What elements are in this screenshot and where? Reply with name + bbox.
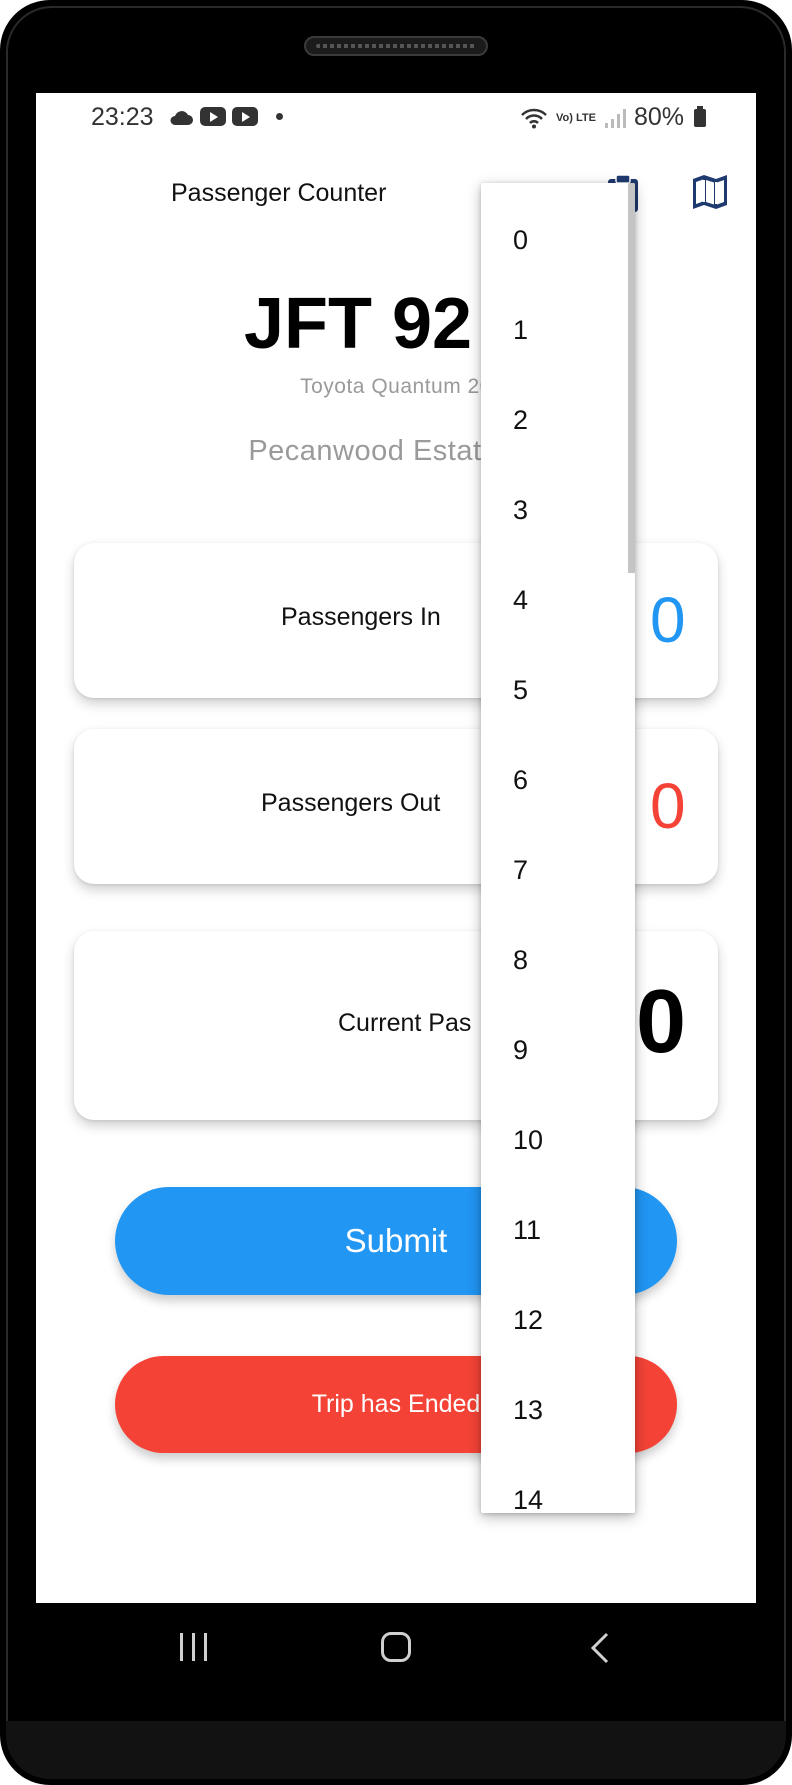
passenger-count-dropdown[interactable]: 0 1 2 3 4 5 6 7 8 9 10 11 12 13 14: [481, 183, 635, 1513]
battery-icon: [694, 105, 706, 127]
home-icon[interactable]: [381, 1632, 411, 1662]
system-nav-bar: [0, 1603, 792, 1693]
dropdown-scrollbar[interactable]: [628, 183, 635, 573]
dropdown-option[interactable]: 11: [481, 1185, 627, 1275]
dropdown-option[interactable]: 2: [481, 375, 627, 465]
phone-frame: 23:23 Vo) LTE 80% Passenger Counter JFT …: [0, 0, 792, 1785]
status-time: 23:23: [91, 103, 154, 131]
app-screen: 23:23 Vo) LTE 80% Passenger Counter JFT …: [36, 93, 756, 1603]
earpiece-speaker: [304, 36, 488, 56]
more-notifications-dot: [276, 113, 283, 120]
passengers-in-value[interactable]: 0: [650, 583, 686, 657]
dropdown-option[interactable]: 1: [481, 285, 627, 375]
dropdown-option[interactable]: 3: [481, 465, 627, 555]
status-right: Vo) LTE 80%: [520, 103, 706, 132]
cloud-icon: [170, 110, 193, 125]
back-icon[interactable]: [590, 1632, 610, 1664]
passengers-in-label: Passengers In: [281, 603, 441, 631]
dropdown-option[interactable]: 12: [481, 1275, 627, 1365]
app-title: Passenger Counter: [171, 179, 387, 207]
phone-chin: [6, 1721, 786, 1779]
dropdown-option[interactable]: 6: [481, 735, 627, 825]
dropdown-option[interactable]: 10: [481, 1095, 627, 1185]
map-icon[interactable]: [691, 173, 729, 211]
wifi-icon: [521, 108, 547, 128]
status-bar: 23:23 Vo) LTE 80%: [36, 93, 756, 143]
youtube-icon: [200, 107, 226, 126]
passengers-out-value[interactable]: 0: [650, 769, 686, 843]
passengers-out-label: Passengers Out: [261, 789, 441, 817]
route-name: Pecanwood Estate - F: [248, 435, 544, 467]
dropdown-option[interactable]: 5: [481, 645, 627, 735]
vehicle-model: Toyota Quantum 20: [300, 375, 492, 398]
dropdown-option[interactable]: 7: [481, 825, 627, 915]
volte-indicator: Vo) LTE: [556, 111, 596, 124]
dropdown-option[interactable]: 0: [481, 195, 627, 285]
current-passengers-value: 0: [636, 972, 687, 1072]
dropdown-option[interactable]: 8: [481, 915, 627, 1005]
battery-percent: 80%: [633, 103, 684, 131]
dropdown-option[interactable]: 14: [481, 1455, 627, 1513]
dropdown-option[interactable]: 9: [481, 1005, 627, 1095]
dropdown-option[interactable]: 4: [481, 555, 627, 645]
recents-icon[interactable]: [180, 1633, 207, 1661]
signal-icon: [604, 108, 626, 128]
notification-icons: [168, 107, 283, 126]
dropdown-option[interactable]: 13: [481, 1365, 627, 1455]
vehicle-plate: JFT 92 G: [243, 284, 549, 364]
current-passengers-label: Current Pas: [338, 1009, 472, 1037]
youtube-icon: [232, 107, 258, 126]
